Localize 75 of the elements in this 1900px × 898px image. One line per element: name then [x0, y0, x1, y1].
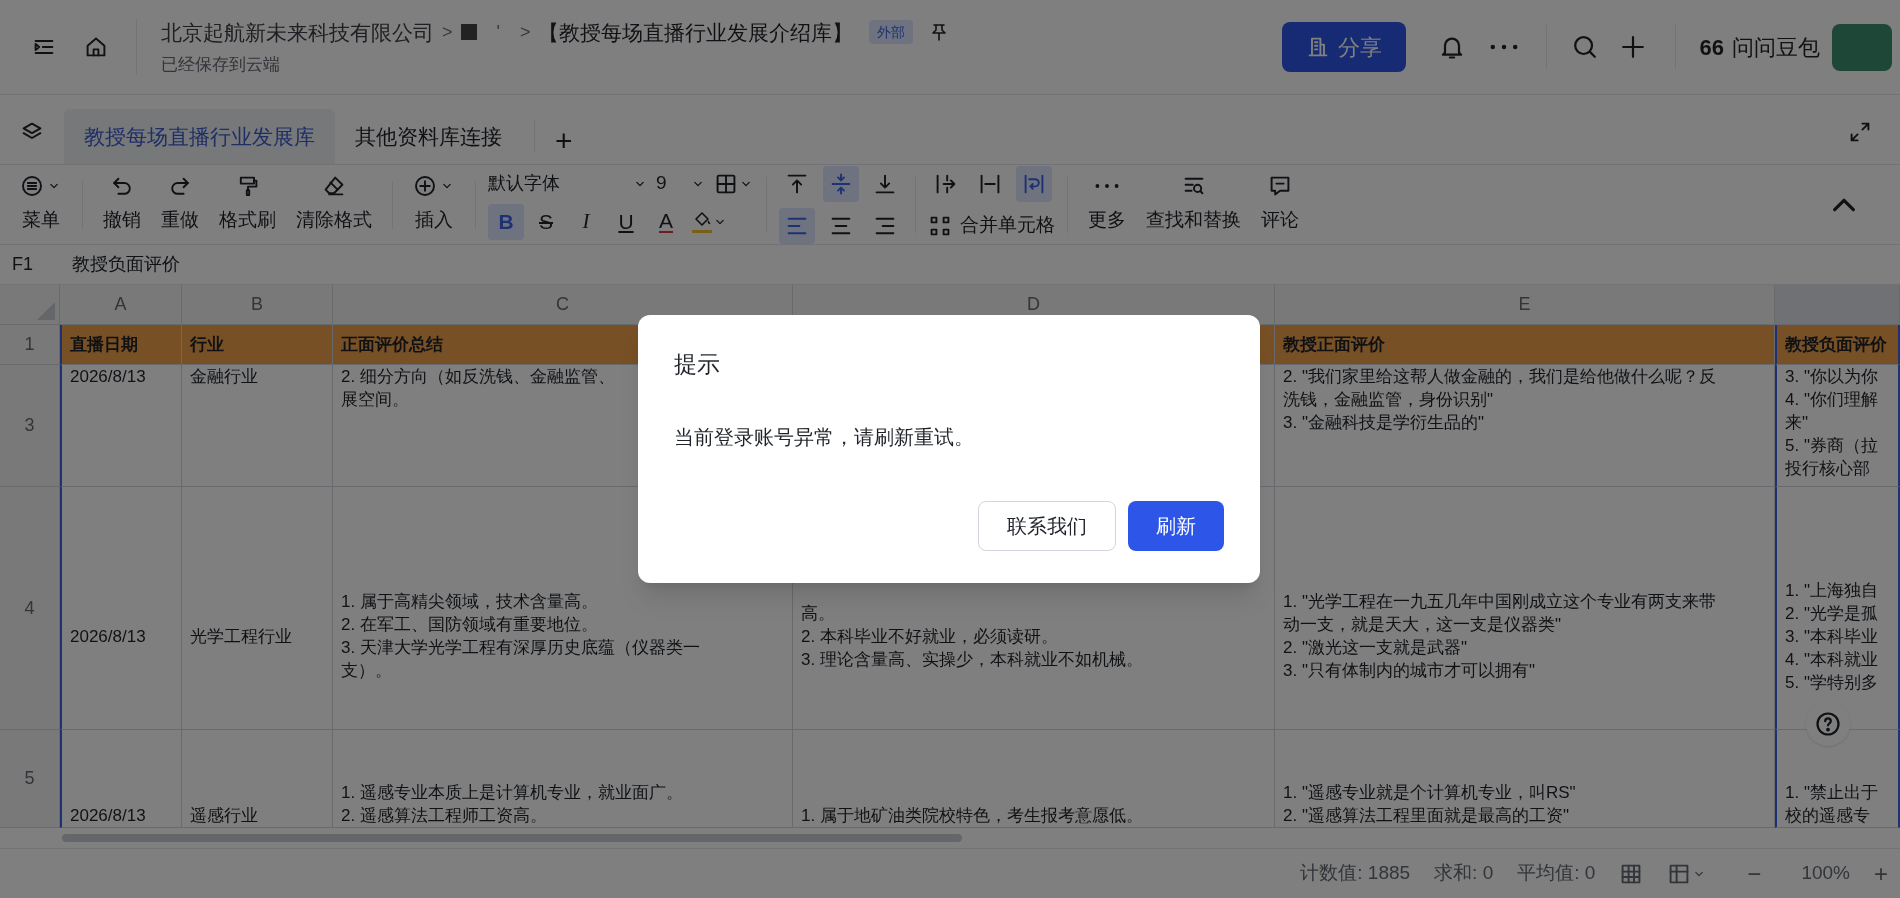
table-cell: 1. 属于地矿油类院校特色，考生报考意愿低。 [793, 730, 1275, 828]
help-icon [1814, 710, 1842, 738]
table-cell: 光学工程行业 [182, 487, 333, 730]
strikethrough-button[interactable]: S [528, 203, 564, 240]
menu-icon [20, 174, 44, 199]
table-cell: 金融行业 [182, 365, 333, 487]
zoom-in-button[interactable]: + [1874, 855, 1888, 892]
comment-button[interactable]: 评论 [1253, 174, 1307, 235]
row-header[interactable]: 3 [0, 365, 60, 487]
align-middle-icon [829, 171, 853, 196]
text-color-button[interactable]: A [648, 203, 684, 240]
undo-button[interactable]: 撤销 [95, 174, 149, 235]
more-button[interactable]: 更多 [1080, 174, 1134, 235]
sheet-tab[interactable]: 教授每场直播行业发展库 [64, 109, 335, 164]
font-select[interactable]: 默认字体 [488, 170, 648, 197]
plus-circle-icon [413, 174, 437, 199]
table-cell: 2. "我们家里给这帮人做金融的，我们是给他做什么呢？反 洗钱，金融监管，身份识别" 3. "金融科技是学衍生品的" [1275, 365, 1775, 487]
table-cell: 2026/8/13 [60, 487, 182, 730]
row-header[interactable]: 5 [0, 730, 60, 828]
external-badge: 外部 [869, 20, 914, 45]
find-replace-button[interactable]: 查找和替换 [1138, 174, 1249, 235]
breadcrumb-link[interactable]: 北京起航新未来科技有限公司 [161, 16, 434, 48]
breadcrumb-separator: > [519, 21, 531, 45]
merge-cells-button[interactable]: 合并单元格 [928, 207, 1055, 244]
save-status: 已经保存到云端 [161, 54, 281, 76]
row-header[interactable]: 1 [0, 325, 60, 365]
table-cell: 3. "你以为你 4. "你们理解 来" 5. "券商（拉 投行核心部 [1775, 365, 1900, 487]
more-icon [1095, 183, 1119, 190]
home-icon [84, 35, 108, 59]
breadcrumb-separator: > [442, 21, 453, 45]
italic-button[interactable]: I [568, 203, 604, 240]
document-title: 【教授每场直播行业发展介绍库】 [538, 19, 854, 46]
insert-button[interactable]: 插入 [405, 174, 463, 235]
table-cell: 1. 遥感专业本质上是计算机专业，就业面广。 2. 遥感算法工程师工资高。 [333, 730, 793, 828]
table-cell: 2026/8/13 [60, 730, 182, 828]
contact-button[interactable]: 联系我们 [978, 501, 1116, 551]
table-cell: 1. "光学工程在一九五几年中国刚成立这个专业有两支来带 动一支，就是天大，这一支是仪器类" 2. "激光这一支就是武器" 3. "只有体制内的城市才可以拥有" [1275, 487, 1775, 730]
sum-stat: 求和: 0 [1434, 861, 1494, 886]
font-size-select[interactable]: 9 [656, 169, 706, 198]
underline-button[interactable]: U [608, 203, 644, 240]
avatar[interactable] [1832, 23, 1892, 71]
folder-icon [460, 24, 477, 41]
table-cell: 教授负面评价 [1775, 325, 1900, 365]
table-cell: 行业 [182, 325, 333, 365]
table-cell: 教授正面评价 [1275, 325, 1775, 365]
refresh-button[interactable]: 刷新 [1128, 501, 1224, 551]
wrap-text-button[interactable] [1016, 165, 1052, 202]
table-cell: 2026/8/13 [60, 365, 182, 487]
zoom-out-button[interactable]: − [1747, 855, 1762, 892]
format-painter-button[interactable]: 格式刷 [211, 174, 284, 235]
fullscreen-button[interactable] [1848, 120, 1872, 144]
cell-reference: F1 [11, 253, 34, 276]
average-stat: 平均值: 0 [1517, 861, 1596, 886]
breadcrumb-link[interactable]: ' [484, 18, 512, 47]
align-middle-button[interactable] [823, 165, 859, 202]
table-cell: 直播日期 [60, 325, 182, 365]
collapse-icon [1832, 197, 1856, 212]
align-left-button[interactable] [779, 207, 815, 244]
clear-format-button[interactable]: 清除格式 [288, 174, 380, 235]
assistant-button[interactable]: 66 问问豆包 [1699, 30, 1820, 64]
more-icon [1489, 44, 1518, 50]
count-stat: 计数值: 1885 [1300, 861, 1411, 886]
horizontal-scrollbar[interactable] [62, 834, 962, 842]
share-button[interactable]: 分享 [1281, 22, 1406, 72]
table-cell: 遥感行业 [182, 730, 333, 828]
formula-input[interactable]: 教授负面评价 [60, 251, 180, 278]
zoom-level: 100% [1801, 861, 1850, 886]
bold-button[interactable]: B [488, 203, 524, 240]
redo-button[interactable]: 重做 [153, 174, 207, 235]
menu-button[interactable]: 菜单 [12, 174, 70, 235]
add-sheet-button[interactable]: + [555, 126, 573, 156]
table-cell: 1. "遥感专业就是个计算机专业，叫RS" 2. "遥感算法工程里面就是最高的工资" [1275, 730, 1775, 828]
expand-icon [1848, 120, 1872, 144]
sheet-tab[interactable]: 其他资料库连接 [335, 109, 522, 164]
row-header[interactable]: 4 [0, 487, 60, 730]
